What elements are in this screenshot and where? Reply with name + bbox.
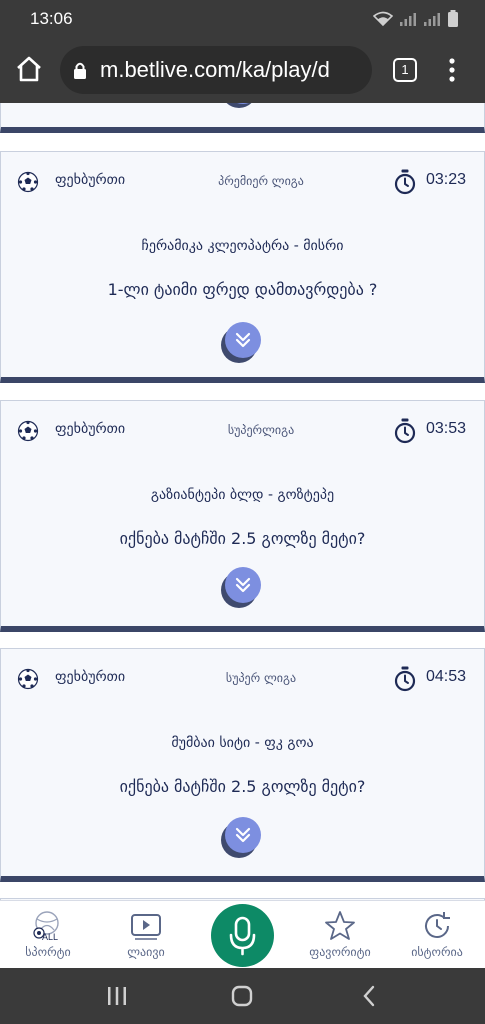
sport-label: ფეხბურთი: [55, 669, 126, 685]
nav-favorites[interactable]: ფავორიტი: [295, 901, 385, 969]
match-title: გაზიანტეპი ბლდ - გოზტეპე: [150, 487, 335, 503]
bottom-nav: ALL სპორტი ლაივი ფავორიტი ისტორია: [0, 900, 485, 968]
nav-label: სპორტი: [25, 945, 71, 959]
home-icon[interactable]: [14, 54, 44, 84]
url-row: m.betlive.com/ka/play/d 1: [0, 38, 485, 103]
bet-question[interactable]: იქნება მატჩში 2.5 გოლზე მეტი?: [1, 777, 484, 796]
match-title: ჩერამიკა კლეოპატრა - მისრი: [141, 238, 344, 254]
bet-card: ფეხბურთი სუპერ ლიგა 04:53 მუმბაი სიტი - …: [0, 648, 485, 882]
status-icons: [373, 10, 459, 28]
stopwatch-icon: [394, 418, 416, 444]
battery-icon: [448, 10, 458, 27]
expand-button[interactable]: [220, 320, 264, 364]
card-partial: [0, 103, 485, 133]
expand-button[interactable]: [220, 815, 264, 859]
more-menu-icon[interactable]: [444, 56, 460, 84]
sports-all-icon: ALL: [33, 911, 59, 942]
league-label: სუპერლიგა: [227, 423, 295, 437]
timer-text: 03:53: [426, 420, 467, 437]
expand-button[interactable]: [220, 565, 264, 609]
address-bar[interactable]: m.betlive.com/ka/play/d: [60, 46, 372, 94]
sports-all-badge: ALL: [42, 932, 58, 942]
soccer-ball-icon: [17, 420, 39, 442]
timer-text: 03:23: [426, 171, 467, 188]
status-time: 13:06: [30, 9, 73, 28]
bet-question[interactable]: იქნება მატჩში 2.5 გოლზე მეტი?: [1, 529, 484, 548]
bet-question[interactable]: 1-ლი ტაიმი ფრედ დამთავრდება ?: [1, 280, 484, 299]
android-nav-bar: [0, 968, 485, 1024]
nav-history[interactable]: ისტორია: [392, 901, 482, 969]
bet-card: ფეხბურთი პრემიერ ლიგა 03:23 ჩერამიკა კლე…: [0, 151, 485, 383]
stopwatch-icon: [394, 666, 416, 692]
home-nav-icon[interactable]: [231, 985, 253, 1007]
history-icon: [425, 912, 450, 938]
card-header: ფეხბურთი პრემიერ ლიგა 03:23: [1, 152, 484, 212]
league-label: პრემიერ ლიგა: [218, 174, 304, 188]
back-icon[interactable]: [362, 985, 376, 1007]
star-icon: [325, 911, 355, 940]
url-text: m.betlive.com/ka/play/d: [100, 57, 330, 82]
lock-icon: [74, 62, 86, 79]
play-video-icon: [131, 914, 161, 940]
signal-icon-2: [424, 13, 440, 26]
league-label: სუპერ ლიგა: [225, 671, 297, 685]
card-header: ფეხბურთი სუპერლიგა 03:53: [1, 401, 484, 461]
soccer-ball-icon: [17, 668, 39, 690]
sport-label: ფეხბურთი: [55, 172, 126, 188]
recent-apps-icon[interactable]: [106, 986, 128, 1006]
nav-label: ლაივი: [127, 945, 165, 959]
soccer-ball-icon: [17, 171, 39, 193]
wifi-icon: [373, 11, 393, 27]
nav-sports[interactable]: ALL სპორტი: [3, 901, 93, 969]
signal-icon: [400, 13, 416, 26]
expand-button[interactable]: [220, 103, 264, 112]
card-header: ფეხბურთი სუპერ ლიგა 04:53: [1, 649, 484, 709]
timer-text: 04:53: [426, 668, 467, 685]
match-title: მუმბაი სიტი - ფკ გოა: [171, 735, 314, 751]
status-bar: 13:06: [0, 0, 485, 38]
nav-label: ფავორიტი: [309, 945, 371, 959]
stopwatch-icon: [394, 169, 416, 195]
nav-live[interactable]: ლაივი: [101, 901, 191, 969]
content-area[interactable]: ფეხბურთი პრემიერ ლიგა 03:23 ჩერამიკა კლე…: [0, 103, 485, 900]
browser-top: 13:06 m.betlive.com/ka/play/d 1: [0, 0, 485, 103]
voice-button[interactable]: [211, 904, 274, 967]
microphone-icon: [229, 916, 256, 956]
sport-label: ფეხბურთი: [55, 421, 126, 437]
nav-label: ისტორია: [411, 945, 463, 959]
bet-card: ფეხბურთი სუპერლიგა 03:53 გაზიანტეპი ბლდ …: [0, 400, 485, 632]
tabs-button[interactable]: 1: [393, 58, 417, 82]
